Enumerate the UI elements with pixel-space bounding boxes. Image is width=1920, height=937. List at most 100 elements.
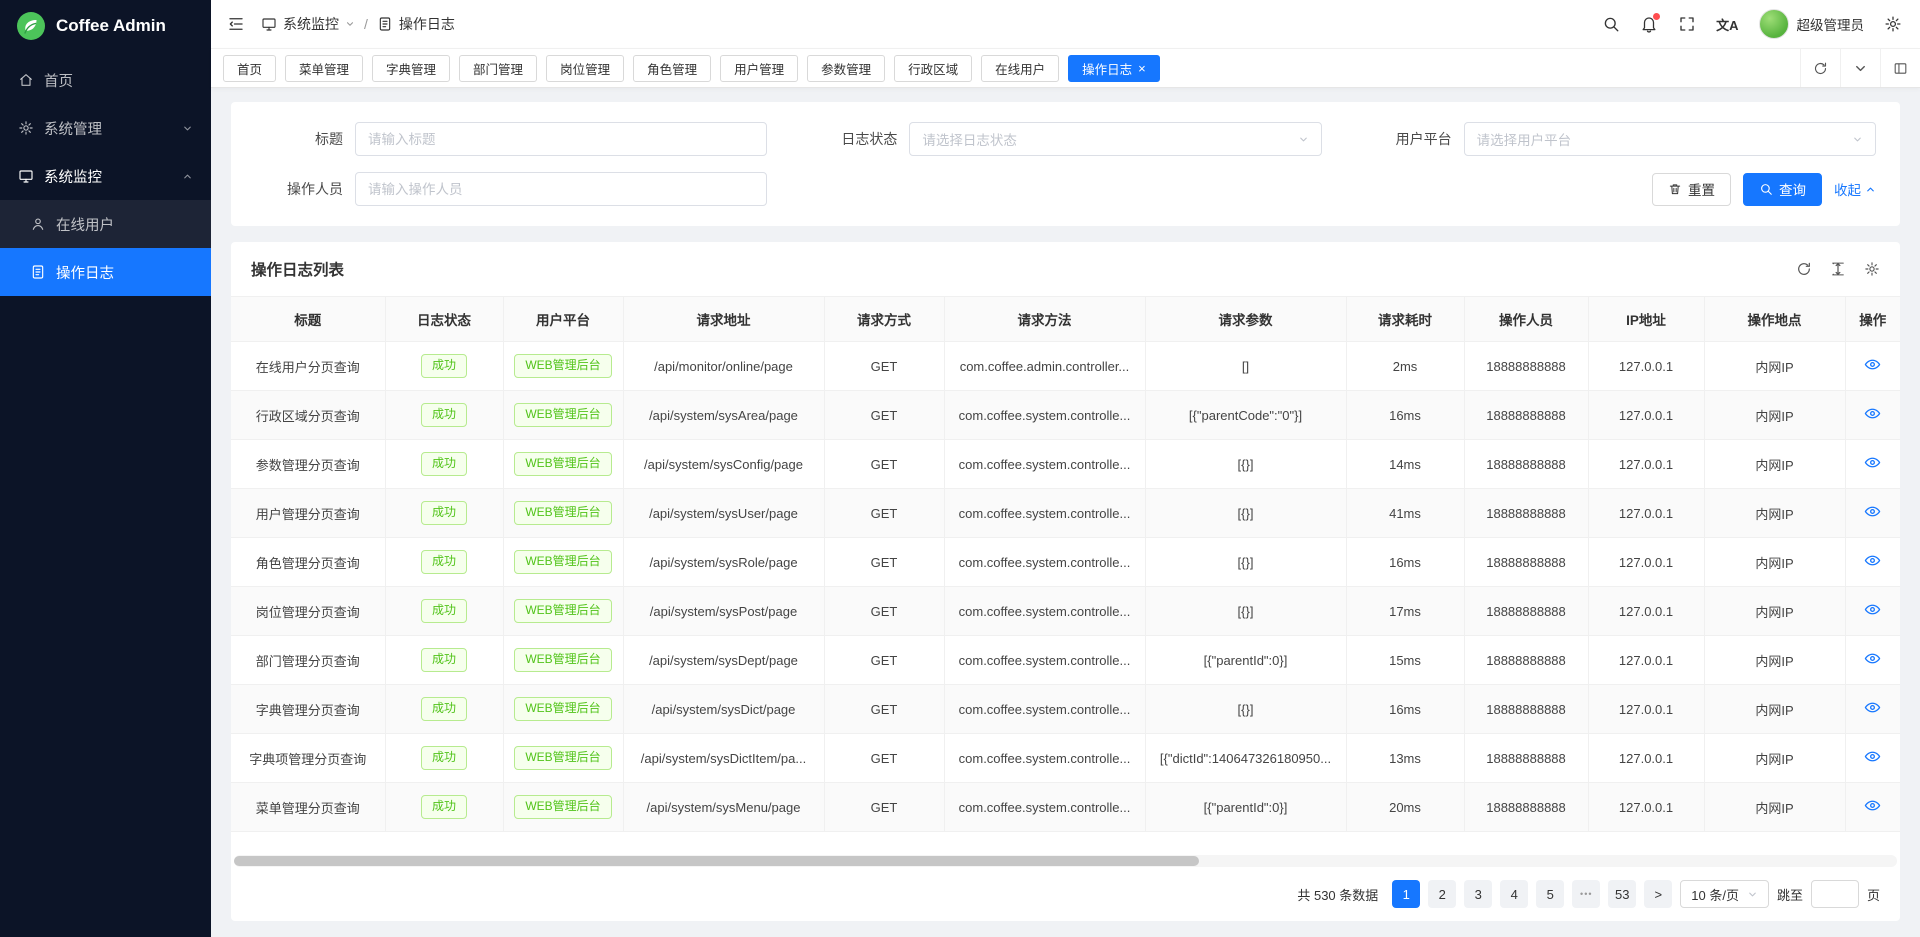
cell-method: GET bbox=[824, 783, 944, 832]
table-row: 在线用户分页查询成功WEB管理后台/api/monitor/online/pag… bbox=[231, 342, 1900, 391]
settings-icon[interactable] bbox=[1884, 15, 1902, 33]
cell-operator: 18888888888 bbox=[1464, 636, 1588, 685]
refresh-tabs-icon[interactable] bbox=[1800, 49, 1840, 87]
cell-operator: 18888888888 bbox=[1464, 538, 1588, 587]
tabs-menu-chevron-icon[interactable] bbox=[1840, 49, 1880, 87]
pagination-ellipsis[interactable]: ••• bbox=[1572, 880, 1600, 908]
user-menu[interactable]: 超级管理员 bbox=[1759, 9, 1865, 39]
sidebar-item-online-users[interactable]: 在线用户 bbox=[0, 200, 211, 248]
cell-status: 成功 bbox=[385, 636, 503, 685]
brand[interactable]: Coffee Admin bbox=[0, 0, 211, 52]
view-detail-eye-icon[interactable] bbox=[1864, 699, 1881, 716]
view-detail-eye-icon[interactable] bbox=[1864, 356, 1881, 373]
tab-用户管理[interactable]: 用户管理 bbox=[720, 55, 798, 82]
cell-status: 成功 bbox=[385, 538, 503, 587]
cell-status: 成功 bbox=[385, 685, 503, 734]
platform-badge: WEB管理后台 bbox=[514, 599, 611, 623]
platform-badge: WEB管理后台 bbox=[514, 746, 611, 770]
brand-logo-icon bbox=[16, 11, 46, 41]
trash-icon bbox=[1668, 182, 1682, 196]
cell-ip: 127.0.0.1 bbox=[1588, 391, 1704, 440]
cell-method: GET bbox=[824, 489, 944, 538]
refresh-table-icon[interactable] bbox=[1796, 261, 1812, 277]
next-page-button[interactable]: > bbox=[1644, 880, 1672, 908]
status-badge: 成功 bbox=[421, 697, 467, 721]
view-detail-eye-icon[interactable] bbox=[1864, 503, 1881, 520]
notification-bell-icon[interactable] bbox=[1640, 15, 1658, 33]
cell-duration: 15ms bbox=[1346, 636, 1464, 685]
tab-岗位管理[interactable]: 岗位管理 bbox=[546, 55, 624, 82]
page-size-select[interactable]: 10 条/页 bbox=[1680, 880, 1769, 908]
tab-close-icon[interactable]: × bbox=[1138, 62, 1146, 75]
cell-title: 行政区域分页查询 bbox=[231, 391, 385, 440]
tab-操作日志[interactable]: 操作日志× bbox=[1068, 55, 1160, 82]
view-detail-eye-icon[interactable] bbox=[1864, 405, 1881, 422]
title-filter-input[interactable] bbox=[355, 122, 767, 156]
jump-page-input[interactable] bbox=[1811, 880, 1859, 908]
sidebar-item-home[interactable]: 首页 bbox=[0, 56, 211, 104]
tab-行政区域[interactable]: 行政区域 bbox=[894, 55, 972, 82]
view-detail-eye-icon[interactable] bbox=[1864, 454, 1881, 471]
column-settings-gear-icon[interactable] bbox=[1864, 261, 1880, 277]
sidebar-item-label: 操作日志 bbox=[56, 262, 114, 283]
layout-panel-icon[interactable] bbox=[1880, 49, 1920, 87]
search-icon[interactable] bbox=[1602, 15, 1620, 33]
page-button-4[interactable]: 4 bbox=[1500, 880, 1528, 908]
tab-角色管理[interactable]: 角色管理 bbox=[633, 55, 711, 82]
tab-首页[interactable]: 首页 bbox=[223, 55, 276, 82]
breadcrumb-section[interactable]: 系统监控 bbox=[283, 14, 339, 34]
tab-菜单管理[interactable]: 菜单管理 bbox=[285, 55, 363, 82]
log-status-select[interactable]: 请选择日志状态 bbox=[909, 122, 1321, 156]
page-button-1[interactable]: 1 bbox=[1392, 880, 1420, 908]
reset-button[interactable]: 重置 bbox=[1652, 173, 1731, 206]
cell-params: [{}] bbox=[1145, 440, 1346, 489]
scrollbar-thumb[interactable] bbox=[234, 856, 1199, 866]
home-icon bbox=[18, 72, 34, 88]
user-platform-select[interactable]: 请选择用户平台 bbox=[1464, 122, 1876, 156]
cell-action bbox=[1845, 342, 1900, 391]
tab-部门管理[interactable]: 部门管理 bbox=[459, 55, 537, 82]
status-badge: 成功 bbox=[421, 648, 467, 672]
cell-title: 字典项管理分页查询 bbox=[231, 734, 385, 783]
sidebar-item-operation-log[interactable]: 操作日志 bbox=[0, 248, 211, 296]
fullscreen-icon[interactable] bbox=[1678, 15, 1696, 33]
collapse-label: 收起 bbox=[1834, 179, 1861, 199]
column-header: 请求方法 bbox=[944, 297, 1145, 342]
search-button[interactable]: 查询 bbox=[1743, 173, 1822, 206]
view-detail-eye-icon[interactable] bbox=[1864, 797, 1881, 814]
page-button-53[interactable]: 53 bbox=[1608, 880, 1636, 908]
sidebar-item-system-management[interactable]: 系统管理 bbox=[0, 104, 211, 152]
cell-params: [{}] bbox=[1145, 685, 1346, 734]
row-height-icon[interactable] bbox=[1830, 261, 1846, 277]
collapse-sidebar-icon[interactable] bbox=[227, 15, 245, 33]
cell-operator: 18888888888 bbox=[1464, 587, 1588, 636]
page-button-3[interactable]: 3 bbox=[1464, 880, 1492, 908]
table-row: 行政区域分页查询成功WEB管理后台/api/system/sysArea/pag… bbox=[231, 391, 1900, 440]
horizontal-scrollbar[interactable] bbox=[234, 855, 1897, 867]
breadcrumb: 系统监控 / 操作日志 bbox=[261, 14, 455, 34]
page-button-2[interactable]: 2 bbox=[1428, 880, 1456, 908]
page-button-5[interactable]: 5 bbox=[1536, 880, 1564, 908]
tab-在线用户[interactable]: 在线用户 bbox=[981, 55, 1059, 82]
pagination-pages: 12345 ••• 53 bbox=[1392, 880, 1636, 908]
cell-handler: com.coffee.admin.controller... bbox=[944, 342, 1145, 391]
sidebar-item-label: 系统管理 bbox=[44, 118, 172, 139]
table-row: 参数管理分页查询成功WEB管理后台/api/system/sysConfig/p… bbox=[231, 440, 1900, 489]
tab-参数管理[interactable]: 参数管理 bbox=[807, 55, 885, 82]
cell-ip: 127.0.0.1 bbox=[1588, 734, 1704, 783]
avatar bbox=[1759, 9, 1789, 39]
cell-location: 内网IP bbox=[1704, 783, 1845, 832]
operator-filter-input[interactable] bbox=[355, 172, 767, 206]
operator-filter-label: 操作人员 bbox=[255, 179, 343, 199]
view-detail-eye-icon[interactable] bbox=[1864, 601, 1881, 618]
tab-字典管理[interactable]: 字典管理 bbox=[372, 55, 450, 82]
cell-params: [{"parentCode":"0"}] bbox=[1145, 391, 1346, 440]
translate-icon[interactable]: 文A bbox=[1716, 15, 1738, 34]
view-detail-eye-icon[interactable] bbox=[1864, 748, 1881, 765]
sidebar-item-system-monitoring[interactable]: 系统监控 bbox=[0, 152, 211, 200]
view-detail-eye-icon[interactable] bbox=[1864, 552, 1881, 569]
collapse-filters-link[interactable]: 收起 bbox=[1834, 179, 1876, 199]
view-detail-eye-icon[interactable] bbox=[1864, 650, 1881, 667]
file-icon bbox=[377, 16, 393, 32]
reset-button-label: 重置 bbox=[1688, 179, 1715, 199]
